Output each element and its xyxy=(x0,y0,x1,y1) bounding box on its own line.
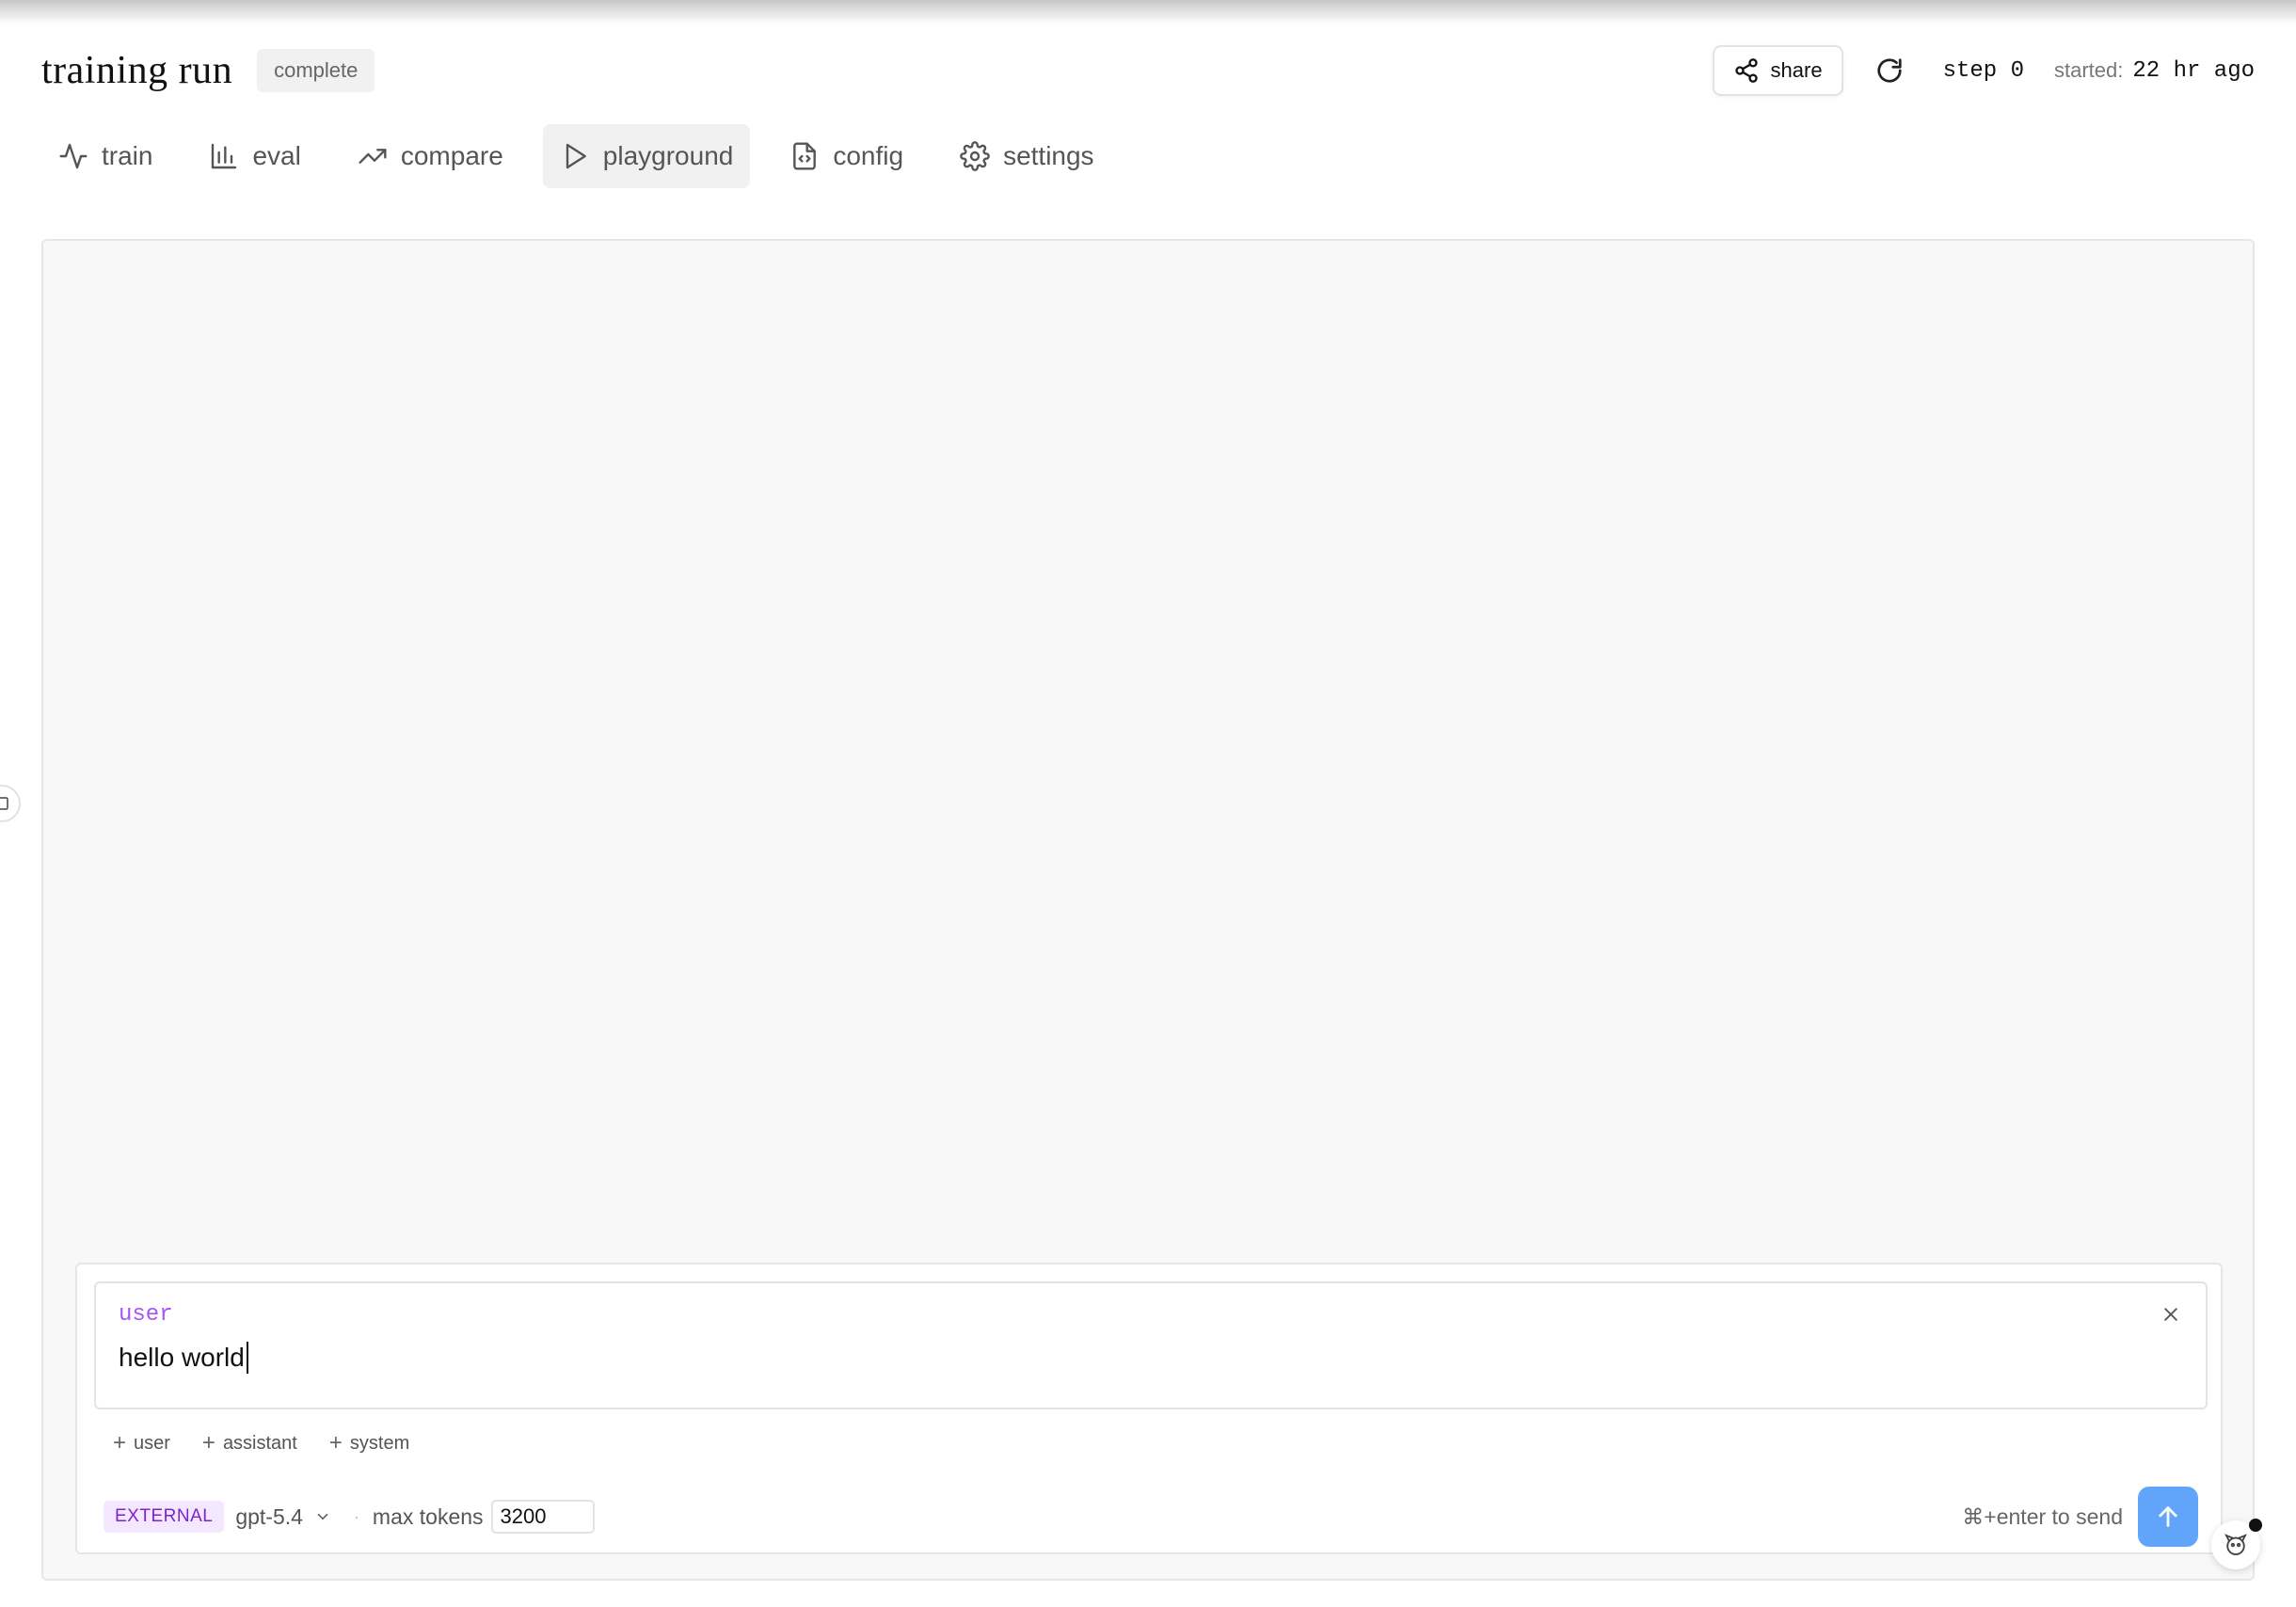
tab-compare[interactable]: compare xyxy=(341,124,520,188)
close-icon xyxy=(2164,1308,2177,1321)
page-header: training run complete share step 0 start… xyxy=(41,45,2255,96)
arrow-up-icon xyxy=(2159,1506,2177,1527)
playground-panel: user hello world + user + assistant + sy… xyxy=(41,239,2255,1581)
started-value: 22 hr ago xyxy=(2132,57,2255,84)
composer-footer: EXTERNAL gpt-5.4 · max tokens ⌘+enter to… xyxy=(104,1487,2198,1547)
tab-eval[interactable]: eval xyxy=(192,124,317,188)
add-label: user xyxy=(134,1432,170,1454)
message-input[interactable]: hello world xyxy=(119,1342,248,1374)
add-assistant-button[interactable]: + assistant xyxy=(202,1432,297,1455)
started-label: started: xyxy=(2054,58,2124,82)
text-caret xyxy=(246,1342,248,1374)
model-name: gpt-5.4 xyxy=(235,1504,303,1529)
model-select[interactable]: gpt-5.4 xyxy=(235,1504,331,1530)
notification-dot xyxy=(2249,1519,2262,1532)
chevron-down-icon xyxy=(317,1513,328,1520)
send-hint: ⌘+enter to send xyxy=(1962,1504,2123,1529)
gear-icon xyxy=(960,141,990,171)
activity-icon xyxy=(59,143,88,169)
status-badge: complete xyxy=(257,49,375,92)
plus-icon: + xyxy=(113,1430,127,1456)
share-icon xyxy=(1734,58,1758,83)
sidebar-toggle[interactable] xyxy=(0,785,21,822)
refresh-button[interactable] xyxy=(1872,53,1907,88)
add-system-button[interactable]: + system xyxy=(329,1432,409,1455)
plus-icon: + xyxy=(201,1430,215,1456)
tab-label: playground xyxy=(602,141,734,170)
top-shadow xyxy=(0,0,2296,24)
trending-up-icon xyxy=(359,149,387,164)
max-tokens-label: max tokens xyxy=(372,1504,484,1529)
tab-label: compare xyxy=(400,141,503,170)
play-icon xyxy=(566,143,586,169)
tab-label: eval xyxy=(252,141,301,170)
add-message-row: + user + assistant + system xyxy=(113,1432,409,1455)
separator-dot: · xyxy=(353,1506,359,1526)
assistant-widget-button[interactable] xyxy=(2211,1519,2262,1569)
tab-bar: train eval compare playground config set… xyxy=(41,124,1111,188)
plus-icon: + xyxy=(328,1430,343,1456)
model-source-badge: EXTERNAL xyxy=(104,1501,225,1533)
add-label: assistant xyxy=(222,1432,297,1454)
tab-settings[interactable]: settings xyxy=(943,124,1111,188)
header-actions: share step 0 started: 22 hr ago xyxy=(1712,45,2255,96)
share-button[interactable]: share xyxy=(1712,45,1843,96)
refresh-icon xyxy=(1876,58,1902,83)
tab-playground[interactable]: playground xyxy=(542,124,751,188)
add-user-button[interactable]: + user xyxy=(113,1432,170,1455)
tab-train[interactable]: train xyxy=(41,124,169,188)
tab-label: settings xyxy=(1003,141,1094,170)
tab-label: config xyxy=(833,141,904,170)
message-editor[interactable]: user hello world xyxy=(94,1281,2208,1409)
file-code-icon xyxy=(793,142,817,170)
panel-icon xyxy=(0,797,8,810)
share-label: share xyxy=(1770,58,1823,82)
add-label: system xyxy=(349,1432,410,1454)
message-text: hello world xyxy=(119,1343,245,1372)
send-button[interactable] xyxy=(2138,1487,2198,1547)
bar-chart-icon xyxy=(212,143,237,169)
message-role[interactable]: user xyxy=(119,1302,173,1328)
tab-config[interactable]: config xyxy=(773,124,920,188)
step-counter: step 0 xyxy=(1942,57,2024,84)
remove-message-button[interactable] xyxy=(2157,1300,2185,1329)
tab-label: train xyxy=(102,141,153,170)
mascot-icon xyxy=(2224,1534,2247,1555)
max-tokens-input[interactable] xyxy=(490,1500,595,1534)
page-title: training run xyxy=(41,49,233,92)
message-composer: user hello world + user + assistant + sy… xyxy=(75,1263,2223,1554)
